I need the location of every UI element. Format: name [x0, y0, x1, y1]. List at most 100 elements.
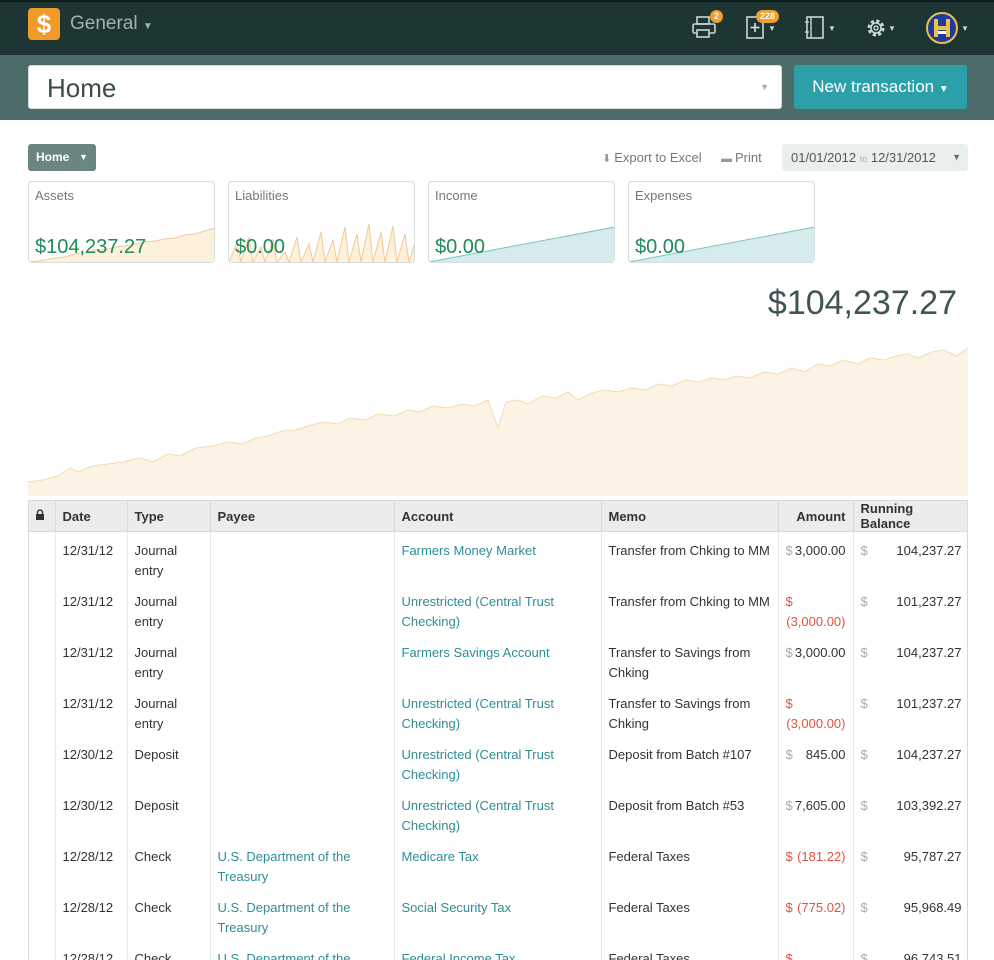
lock-cell	[29, 582, 56, 634]
memo-cell: Federal Taxes	[601, 939, 779, 960]
amount-column-header[interactable]: Amount	[778, 501, 854, 532]
payee-link[interactable]	[210, 735, 395, 787]
date-column-header[interactable]: Date	[55, 501, 128, 532]
expenses-label: Expenses	[635, 188, 693, 203]
payee-link[interactable]	[210, 786, 395, 838]
account-link[interactable]: Farmers Money Market	[394, 531, 602, 583]
assets-card[interactable]: Assets $104,237.27	[28, 181, 215, 263]
payee-link[interactable]: U.S. Department of the Treasury	[210, 888, 395, 940]
chevron-down-icon[interactable]: ▼	[961, 24, 969, 33]
lock-cell	[29, 684, 56, 736]
top-navbar: $ General ▼ 2 ▼ 228 ▼ ▼ ▼	[0, 0, 994, 55]
page-header: Home ▼ New transaction ▼	[0, 55, 994, 120]
chevron-down-icon: ▼	[938, 84, 949, 95]
payee-link[interactable]	[210, 531, 395, 583]
income-label: Income	[435, 188, 478, 203]
account-link[interactable]: Federal Income Tax	[394, 939, 602, 960]
account-link[interactable]: Farmers Savings Account	[394, 633, 602, 685]
page-selector[interactable]: Home ▼	[28, 65, 782, 109]
assets-label: Assets	[35, 188, 75, 203]
table-row[interactable]: 12/30/12 Deposit Unrestricted (Central Tru…	[29, 735, 967, 787]
print-count-badge: 2	[710, 10, 724, 23]
table-row[interactable]: 12/28/12CheckU.S. Department of the Trea…	[29, 888, 967, 940]
currency-symbol: $	[785, 695, 793, 711]
payee-column-header[interactable]: Payee	[210, 501, 395, 532]
company-name: General	[70, 13, 138, 34]
chevron-down-icon: ▼	[952, 152, 961, 162]
table-row[interactable]: 12/31/12 Journal entry Unrestricted (Centr…	[29, 684, 967, 736]
table-row[interactable]: 12/28/12CheckU.S. Department of the Trea…	[29, 837, 967, 889]
assets-value: $104,237.27	[35, 236, 147, 258]
account-link[interactable]: Medicare Tax	[394, 837, 602, 889]
avatar[interactable]	[926, 12, 958, 44]
memo-cell: Deposit from Batch #53	[601, 786, 779, 838]
amount-value: 845.00	[805, 746, 846, 762]
table-row[interactable]: 12/31/12 Journal entry Unrestricted (Centr…	[29, 582, 967, 634]
payee-link[interactable]: U.S. Department of the Treasury	[210, 939, 395, 960]
amount-cell: $7,605.00	[778, 786, 854, 838]
amount-value: (3,000.00)	[786, 715, 846, 731]
type-cell: Deposit	[127, 735, 211, 787]
account-link[interactable]: Unrestricted (Central Trust Checking)	[394, 786, 602, 838]
currency-symbol: $	[785, 899, 793, 915]
total-balance: $104,237.27	[767, 284, 957, 322]
date-range-picker[interactable]: 01/01/2012 to 12/31/2012 ▼	[782, 144, 968, 171]
export-to-excel-link[interactable]: ⬇ Export to Excel	[602, 150, 702, 165]
balance-value: 104,237.27	[896, 746, 962, 762]
currency-symbol: $	[785, 593, 793, 609]
new-transaction-button[interactable]: New transaction ▼	[794, 65, 967, 109]
account-link[interactable]: Unrestricted (Central Trust Checking)	[394, 582, 602, 634]
memo-cell: Transfer from Chking to MM	[601, 582, 779, 634]
registers-button[interactable]: ▼	[800, 12, 840, 42]
type-column-header[interactable]: Type	[127, 501, 211, 532]
currency-symbol: $	[785, 543, 793, 558]
balance-column-header[interactable]: Running Balance	[853, 501, 967, 532]
home-view-dropdown[interactable]: Home ▼	[28, 144, 96, 171]
payee-link[interactable]: U.S. Department of the Treasury	[210, 837, 395, 889]
lock-cell	[29, 888, 56, 940]
table-row[interactable]: 12/31/12 Journal entry Farmers Money Marke…	[29, 531, 967, 583]
payee-link[interactable]	[210, 633, 395, 685]
settings-button[interactable]: ▼	[860, 12, 900, 42]
liabilities-card[interactable]: Liabilities $0.00	[228, 181, 415, 263]
balance-value: 101,237.27	[896, 695, 962, 711]
table-header-row: Date Type Payee Account Memo Amount Runn…	[29, 501, 967, 532]
lock-column-header[interactable]	[29, 501, 56, 532]
payee-link[interactable]	[210, 684, 395, 736]
memo-cell: Deposit from Batch #107	[601, 735, 779, 787]
download-icon: ⬇	[602, 153, 612, 165]
print-queue-button[interactable]: 2	[688, 10, 728, 42]
income-card[interactable]: Income $0.00	[428, 181, 615, 263]
export-label: Export to Excel	[614, 150, 702, 165]
page-title: Home	[47, 73, 117, 103]
new-transaction-label: New transaction	[812, 77, 935, 96]
dollar-logo-icon[interactable]: $	[28, 8, 60, 40]
lock-cell	[29, 531, 56, 583]
print-link[interactable]: ▬ Print	[721, 150, 762, 165]
amount-cell: $3,000.00	[778, 633, 854, 685]
account-link[interactable]: Unrestricted (Central Trust Checking)	[394, 735, 602, 787]
currency-symbol: $	[785, 848, 793, 864]
account-column-header[interactable]: Account	[394, 501, 602, 532]
amount-value: (775.02)	[797, 899, 846, 915]
memo-cell: Federal Taxes	[601, 888, 779, 940]
liabilities-label: Liabilities	[235, 188, 289, 203]
account-link[interactable]: Unrestricted (Central Trust Checking)	[394, 684, 602, 736]
balance-value: 103,392.27	[896, 797, 962, 813]
add-transaction-button[interactable]: ▼ 228	[742, 10, 782, 42]
lock-icon	[36, 508, 44, 520]
currency-symbol: $	[860, 797, 868, 813]
account-link[interactable]: Social Security Tax	[394, 888, 602, 940]
table-row[interactable]: 12/31/12 Journal entry Farmers Savings Acc…	[29, 633, 967, 685]
balance-cell: $101,237.27	[853, 684, 967, 736]
payee-link[interactable]	[210, 582, 395, 634]
balance-cell: $101,237.27	[853, 582, 967, 634]
expenses-card[interactable]: Expenses $0.00	[628, 181, 815, 263]
date-cell: 12/28/12	[55, 888, 128, 940]
table-row[interactable]: 12/28/12CheckU.S. Department of the Trea…	[29, 939, 967, 960]
memo-column-header[interactable]: Memo	[601, 501, 779, 532]
table-row[interactable]: 12/30/12 Deposit Unrestricted (Central Tru…	[29, 786, 967, 838]
company-switcher[interactable]: General ▼	[70, 13, 153, 35]
memo-cell: Federal Taxes	[601, 837, 779, 889]
date-to: 12/31/2012	[870, 150, 936, 165]
